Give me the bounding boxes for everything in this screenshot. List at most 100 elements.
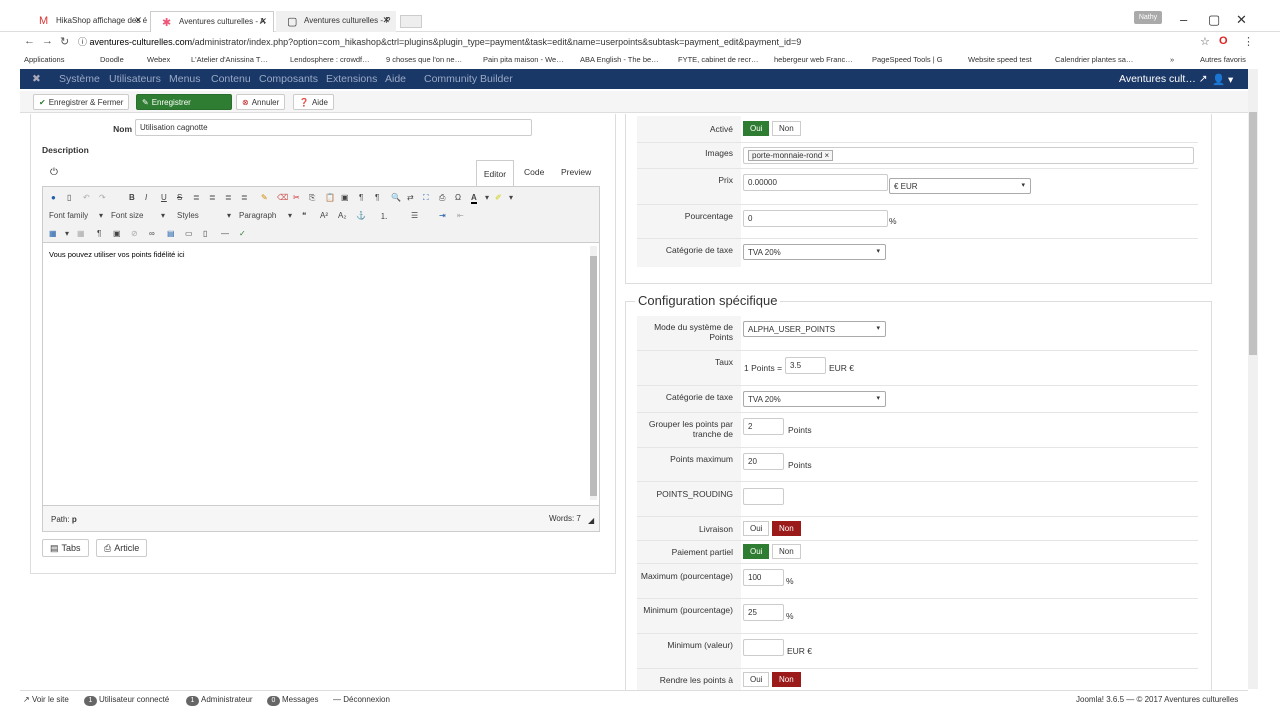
- bookmark-9-choses[interactable]: 9 choses que l'on ne…: [386, 55, 462, 64]
- minval-input[interactable]: [743, 639, 784, 656]
- maxpct-input[interactable]: 100: [743, 569, 784, 586]
- align-right-icon[interactable]: ≣: [241, 193, 248, 202]
- indent-icon[interactable]: ⇥: [439, 211, 446, 220]
- paragraph-select[interactable]: Paragraph: [239, 211, 276, 220]
- bookmark-doodle[interactable]: Doodle: [100, 55, 124, 64]
- livraison-non-toggle[interactable]: Non: [772, 521, 801, 536]
- nav-menus[interactable]: Menus: [169, 73, 201, 85]
- partiel-non-toggle[interactable]: Non: [772, 544, 801, 559]
- save-close-button[interactable]: ✔ Enregistrer & Fermer: [33, 94, 130, 110]
- paste-word-icon[interactable]: ▣: [341, 193, 349, 202]
- eraser-icon[interactable]: ⌫: [277, 193, 288, 202]
- bookmark-autres[interactable]: Autres favoris: [1200, 55, 1246, 64]
- logout-link[interactable]: — Déconnexion: [333, 695, 390, 704]
- max-input[interactable]: 20: [743, 453, 784, 470]
- rendre-oui-toggle[interactable]: Oui: [743, 672, 770, 687]
- partiel-oui-toggle[interactable]: Oui: [743, 544, 770, 559]
- messages-status[interactable]: 0 Messages: [267, 695, 318, 706]
- maximize-icon[interactable]: ▢: [1208, 12, 1220, 28]
- dropdown-icon[interactable]: ▾: [65, 229, 69, 238]
- nav-utilisateurs[interactable]: Utilisateurs: [109, 73, 161, 85]
- fullscreen-icon[interactable]: ⛶: [423, 193, 429, 203]
- rouding-input[interactable]: [743, 488, 784, 505]
- dropdown-icon[interactable]: ▾: [485, 193, 489, 202]
- resize-handle-icon[interactable]: ◢: [588, 516, 594, 525]
- align-justify-icon[interactable]: ≣: [193, 193, 200, 202]
- menu-icon[interactable]: ⋮: [1243, 35, 1254, 48]
- minimize-icon[interactable]: –: [1180, 12, 1187, 27]
- bookmark-lendosphere[interactable]: Lendosphere : crowdf…: [290, 55, 370, 64]
- tabs-button[interactable]: ▤ Tabs: [42, 539, 89, 557]
- clean-icon[interactable]: ✎: [261, 193, 268, 202]
- nav-systeme[interactable]: Système: [59, 73, 100, 85]
- rendre-non-toggle[interactable]: Non: [772, 672, 801, 687]
- user-menu-icon[interactable]: 👤 ▾: [1212, 73, 1233, 86]
- align-left-icon[interactable]: ≣: [225, 193, 232, 202]
- media-icon[interactable]: ▤: [167, 229, 175, 238]
- font-size-select[interactable]: Font size: [111, 211, 143, 220]
- dropdown-icon[interactable]: ▾: [99, 211, 103, 220]
- italic-icon[interactable]: I: [145, 193, 147, 202]
- superscript-icon[interactable]: A²: [320, 211, 328, 220]
- url-field[interactable]: ⓘ aventures-culturelles.com/administrato…: [78, 34, 1244, 50]
- redo-icon[interactable]: ↷: [99, 193, 106, 202]
- find-icon[interactable]: 🔍: [391, 193, 401, 202]
- editor-content-area[interactable]: Vous pouvez utiliser vos points fidélité…: [43, 244, 599, 504]
- bookmark-pain-pita[interactable]: Pain pita maison - We…: [483, 55, 564, 64]
- admin-status[interactable]: 1 Administrateur: [186, 695, 253, 706]
- styles-select[interactable]: Styles: [177, 211, 199, 220]
- nav-community-builder[interactable]: Community Builder: [424, 73, 513, 85]
- dropdown-icon[interactable]: ▾: [161, 211, 165, 220]
- layer-icon[interactable]: ▯: [203, 229, 207, 238]
- text-color-icon[interactable]: A: [471, 193, 477, 204]
- prix-input[interactable]: 0.00000: [743, 174, 888, 191]
- align-center-icon[interactable]: ≣: [209, 193, 216, 202]
- replace-icon[interactable]: ⇄: [407, 193, 414, 202]
- nom-input[interactable]: Utilisation cagnotte: [135, 119, 532, 136]
- bookmark-atelier[interactable]: L'Atelier d'Anissina T…: [191, 55, 268, 64]
- tab-code[interactable]: Code: [524, 167, 544, 177]
- new-tab-button[interactable]: [400, 15, 422, 28]
- save-button[interactable]: ✎ Enregistrer: [136, 94, 232, 110]
- mode-select[interactable]: ALPHA_USER_POINTS ▾: [743, 321, 886, 337]
- ltr-icon[interactable]: ¶: [359, 193, 363, 202]
- article-button[interactable]: ⎙ Article: [96, 539, 148, 557]
- minpct-input[interactable]: 25: [743, 604, 784, 621]
- livraison-oui-toggle[interactable]: Oui: [743, 521, 770, 536]
- close-window-icon[interactable]: ✕: [1236, 12, 1247, 28]
- tax-select[interactable]: TVA 20% ▾: [743, 244, 886, 260]
- template-icon[interactable]: ▭: [185, 229, 193, 238]
- site-name-link[interactable]: Aventures cult… ↗: [1119, 73, 1208, 85]
- underline-icon[interactable]: U: [161, 193, 167, 202]
- toggle-editor-icon[interactable]: ⏻: [50, 167, 58, 178]
- highlight-icon[interactable]: ✐: [495, 193, 502, 202]
- bookmark-speedtest[interactable]: Website speed test: [968, 55, 1032, 64]
- anchor-icon[interactable]: ⚓: [356, 211, 366, 220]
- editor-scroll-thumb[interactable]: [590, 256, 597, 496]
- browser-tab-active[interactable]: ✱ Aventures culturelles - A ✕: [150, 11, 274, 32]
- cancel-button[interactable]: ⊗ Annuler: [236, 94, 286, 110]
- active-non-toggle[interactable]: Non: [772, 121, 801, 136]
- reload-icon[interactable]: ↻: [60, 35, 69, 48]
- joomla-logo-icon[interactable]: ✖: [32, 73, 41, 85]
- nav-contenu[interactable]: Contenu: [211, 73, 251, 85]
- bookmark-apps[interactable]: Applications: [24, 55, 64, 64]
- active-oui-toggle[interactable]: Oui: [743, 121, 770, 136]
- bold-icon[interactable]: B: [129, 193, 135, 202]
- close-tab-icon[interactable]: ✕: [382, 15, 390, 26]
- close-tab-icon[interactable]: ✕: [134, 15, 142, 26]
- bookmark-webex[interactable]: Webex: [147, 55, 170, 64]
- bookmark-pagespeed[interactable]: PageSpeed Tools | G: [872, 55, 943, 64]
- paste-icon[interactable]: 📋: [325, 193, 335, 202]
- dropdown-icon[interactable]: ▾: [227, 211, 231, 220]
- tab-editor[interactable]: Editor: [476, 160, 514, 186]
- spellcheck-icon[interactable]: ✓: [239, 229, 246, 238]
- table-icon[interactable]: ▦: [49, 229, 57, 238]
- outdent-icon[interactable]: ⇤: [457, 211, 464, 220]
- font-family-select[interactable]: Font family: [49, 211, 88, 220]
- nav-extensions[interactable]: Extensions: [326, 73, 377, 85]
- pilcrow-icon[interactable]: ¶: [97, 229, 101, 238]
- bookmark-aba[interactable]: ABA English - The be…: [580, 55, 659, 64]
- browser-tab-hikashop[interactable]: M HikaShop affichage des é ✕: [28, 11, 148, 32]
- hr-icon[interactable]: —: [221, 229, 229, 238]
